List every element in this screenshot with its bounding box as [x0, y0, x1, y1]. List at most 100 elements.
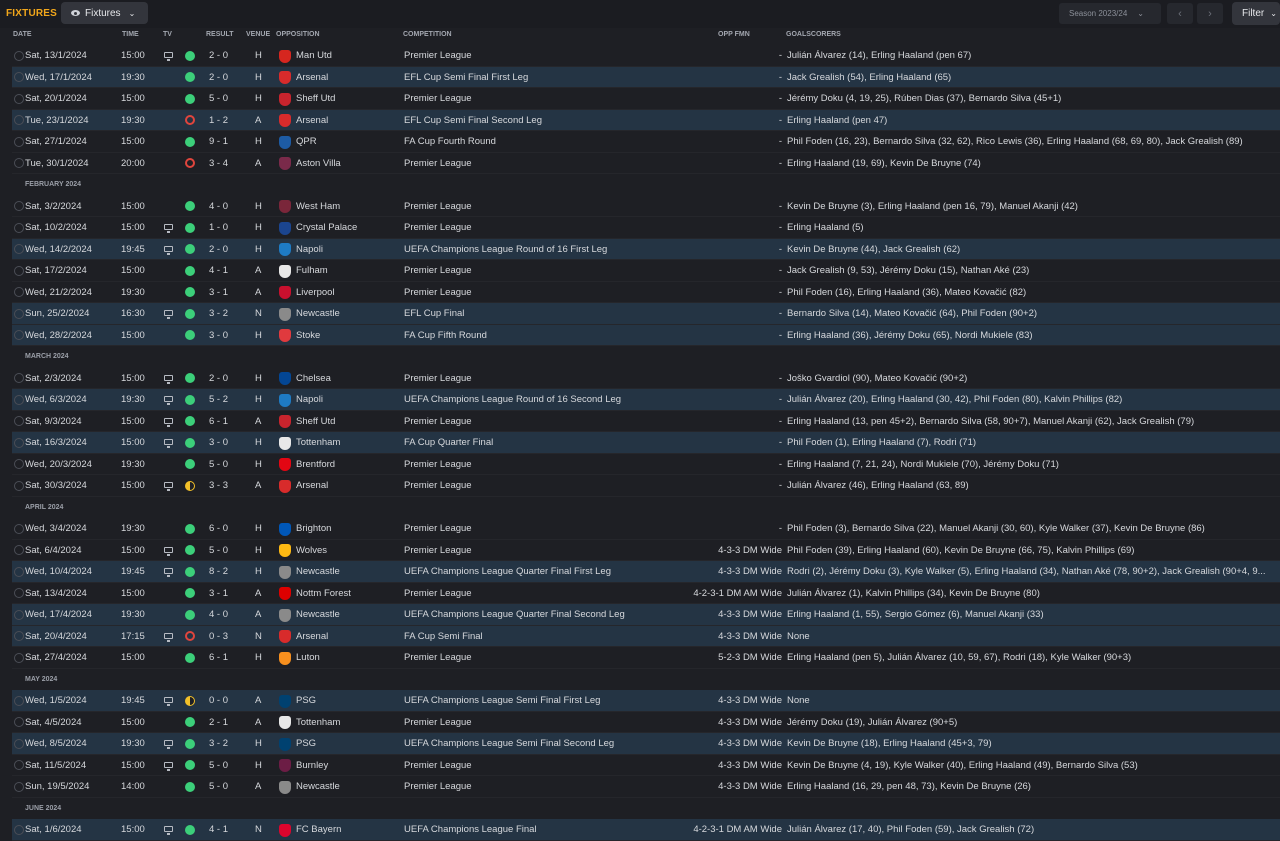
fixture-row[interactable]: Sun, 25/2/2024 16:30 3 - 2 N Newcastle EFL Cu… — [0, 303, 1280, 325]
select-checkbox[interactable] — [14, 781, 24, 792]
fixture-row[interactable]: Wed, 17/1/2024 19:30 2 - 0 H Arsenal EFL Cup … — [0, 66, 1280, 89]
fixture-row[interactable]: Sat, 30/3/2024 15:00 3 - 3 A Arsenal Premier … — [0, 475, 1280, 497]
select-checkbox[interactable] — [14, 416, 24, 426]
select-checkbox[interactable] — [14, 480, 24, 491]
fixture-competition[interactable]: UEFA Champions League Semi Final First L… — [404, 690, 704, 712]
view-dropdown[interactable]: Fixtures ⌄ — [61, 2, 148, 24]
fixture-competition[interactable]: EFL Cup Semi Final First Leg — [404, 67, 704, 89]
select-checkbox[interactable] — [14, 115, 24, 125]
fixture-opposition[interactable]: Man Utd — [296, 45, 396, 67]
fixture-row[interactable]: Sat, 9/3/2024 15:00 6 - 1 A Sheff Utd Premier… — [0, 410, 1280, 433]
fixture-score[interactable]: 3 - 0 — [209, 432, 235, 454]
select-checkbox[interactable] — [14, 609, 24, 620]
col-time[interactable]: TIME — [122, 31, 139, 43]
fixture-competition[interactable]: Premier League — [404, 260, 704, 282]
fixture-opposition[interactable]: Luton — [296, 647, 396, 669]
fixture-opposition[interactable]: Napoli — [296, 389, 396, 411]
fixture-opposition[interactable]: Newcastle — [296, 561, 396, 583]
next-season-button[interactable]: › — [1197, 3, 1223, 24]
fixture-competition[interactable]: UEFA Champions League Semi Final Second … — [404, 733, 704, 755]
select-checkbox[interactable] — [14, 158, 24, 168]
select-checkbox[interactable] — [14, 308, 24, 319]
select-checkbox[interactable] — [14, 265, 24, 276]
fixture-row[interactable]: Tue, 23/1/2024 19:30 1 - 2 A Arsenal EFL Cup … — [0, 109, 1280, 132]
fixture-row[interactable]: Sat, 2/3/2024 15:00 2 - 0 H Chelsea Premier L… — [0, 367, 1280, 390]
fixture-row[interactable]: Sat, 1/6/2024 15:00 4 - 1 N FC Bayern UEFA Ch… — [0, 819, 1280, 841]
fixture-competition[interactable]: FA Cup Semi Final — [404, 626, 704, 648]
select-checkbox[interactable] — [14, 695, 24, 706]
fixture-opposition[interactable]: Arsenal — [296, 475, 396, 497]
fixture-score[interactable]: 5 - 0 — [209, 88, 235, 110]
fixture-score[interactable]: 3 - 4 — [209, 153, 235, 175]
select-checkbox[interactable] — [14, 631, 24, 641]
select-checkbox[interactable] — [14, 222, 24, 233]
select-checkbox[interactable] — [14, 373, 24, 383]
fixture-row[interactable]: Tue, 30/1/2024 20:00 3 - 4 A Aston Villa Prem… — [0, 152, 1280, 175]
fixture-competition[interactable]: Premier League — [404, 411, 704, 433]
fixture-row[interactable]: Sat, 6/4/2024 15:00 5 - 0 H Wolves Premier Le… — [0, 539, 1280, 562]
select-checkbox[interactable] — [14, 437, 24, 448]
select-checkbox[interactable] — [14, 652, 24, 663]
fixture-competition[interactable]: Premier League — [404, 755, 704, 777]
fixture-score[interactable]: 2 - 0 — [209, 67, 235, 89]
fixture-row[interactable]: Sat, 10/2/2024 15:00 1 - 0 H Crystal Palace P… — [0, 217, 1280, 239]
fixture-opposition[interactable]: Napoli — [296, 239, 396, 261]
fixture-competition[interactable]: UEFA Champions League Quarter Final Seco… — [404, 604, 704, 626]
fixture-score[interactable]: 0 - 3 — [209, 626, 235, 648]
fixture-opposition[interactable]: Liverpool — [296, 282, 396, 304]
fixture-score[interactable]: 2 - 0 — [209, 239, 235, 261]
select-checkbox[interactable] — [14, 136, 24, 147]
col-tv[interactable]: TV — [163, 31, 172, 43]
fixture-row[interactable]: Wed, 28/2/2024 15:00 3 - 0 H Stoke FA Cup Fif… — [0, 324, 1280, 347]
select-checkbox[interactable] — [14, 72, 24, 82]
fixture-competition[interactable]: Premier League — [404, 45, 704, 67]
select-checkbox[interactable] — [14, 50, 24, 61]
fixture-opposition[interactable]: Arsenal — [296, 110, 396, 132]
select-checkbox[interactable] — [14, 244, 24, 254]
fixture-opposition[interactable]: Newcastle — [296, 776, 396, 798]
fixture-row[interactable]: Sat, 17/2/2024 15:00 4 - 1 A Fulham Premier L… — [0, 260, 1280, 282]
select-checkbox[interactable] — [14, 93, 24, 104]
fixture-opposition[interactable]: Aston Villa — [296, 153, 396, 175]
fixture-score[interactable]: 6 - 0 — [209, 518, 235, 540]
fixture-opposition[interactable]: Tottenham — [296, 432, 396, 454]
fixture-score[interactable]: 6 - 1 — [209, 411, 235, 433]
fixture-row[interactable]: Sat, 13/4/2024 15:00 3 - 1 A Nottm Forest Pre… — [0, 582, 1280, 605]
fixture-competition[interactable]: Premier League — [404, 518, 704, 540]
fixture-score[interactable]: 0 - 0 — [209, 690, 235, 712]
select-checkbox[interactable] — [14, 545, 24, 555]
select-checkbox[interactable] — [14, 717, 24, 727]
select-checkbox[interactable] — [14, 760, 24, 770]
select-checkbox[interactable] — [14, 738, 24, 749]
col-opposition[interactable]: OPPOSITION — [276, 31, 320, 43]
select-checkbox[interactable] — [14, 330, 24, 340]
fixture-score[interactable]: 5 - 0 — [209, 540, 235, 562]
fixture-score[interactable]: 3 - 0 — [209, 325, 235, 347]
fixture-competition[interactable]: Premier League — [404, 368, 704, 390]
fixture-competition[interactable]: Premier League — [404, 776, 704, 798]
fixture-row[interactable]: Wed, 1/5/2024 19:45 0 - 0 A PSG UEFA Champion… — [0, 690, 1280, 712]
fixture-row[interactable]: Sat, 11/5/2024 15:00 5 - 0 H Burnley Premier … — [0, 754, 1280, 777]
fixture-opposition[interactable]: Newcastle — [296, 303, 396, 325]
fixture-competition[interactable]: Premier League — [404, 88, 704, 110]
fixture-row[interactable]: Sat, 13/1/2024 15:00 2 - 0 H Man Utd Premier … — [0, 45, 1280, 67]
fixture-opposition[interactable]: Crystal Palace — [296, 217, 396, 239]
fixture-competition[interactable]: Premier League — [404, 217, 704, 239]
fixture-row[interactable]: Sat, 20/4/2024 17:15 0 - 3 N Arsenal FA Cup S… — [0, 625, 1280, 648]
season-selector[interactable]: Season 2023/24 ⌄ — [1059, 3, 1161, 24]
fixture-row[interactable]: Wed, 6/3/2024 19:30 5 - 2 H Napoli UEFA Champ… — [0, 389, 1280, 411]
fixture-opposition[interactable]: Newcastle — [296, 604, 396, 626]
fixture-row[interactable]: Sun, 19/5/2024 14:00 5 - 0 A Newcastle Premie… — [0, 776, 1280, 798]
fixture-competition[interactable]: EFL Cup Final — [404, 303, 704, 325]
fixture-competition[interactable]: Premier League — [404, 583, 704, 605]
select-checkbox[interactable] — [14, 588, 24, 598]
select-checkbox[interactable] — [14, 824, 24, 835]
fixture-row[interactable]: Sat, 27/4/2024 15:00 6 - 1 H Luton Premier Le… — [0, 647, 1280, 669]
fixture-score[interactable]: 4 - 1 — [209, 260, 235, 282]
select-checkbox[interactable] — [14, 201, 24, 211]
fixture-row[interactable]: Wed, 3/4/2024 19:30 6 - 0 H Brighton Premier … — [0, 518, 1280, 540]
fixture-competition[interactable]: Premier League — [404, 282, 704, 304]
fixture-row[interactable]: Wed, 14/2/2024 19:45 2 - 0 H Napoli UEFA Cham… — [0, 238, 1280, 261]
fixture-score[interactable]: 3 - 1 — [209, 282, 235, 304]
select-checkbox[interactable] — [14, 566, 24, 577]
